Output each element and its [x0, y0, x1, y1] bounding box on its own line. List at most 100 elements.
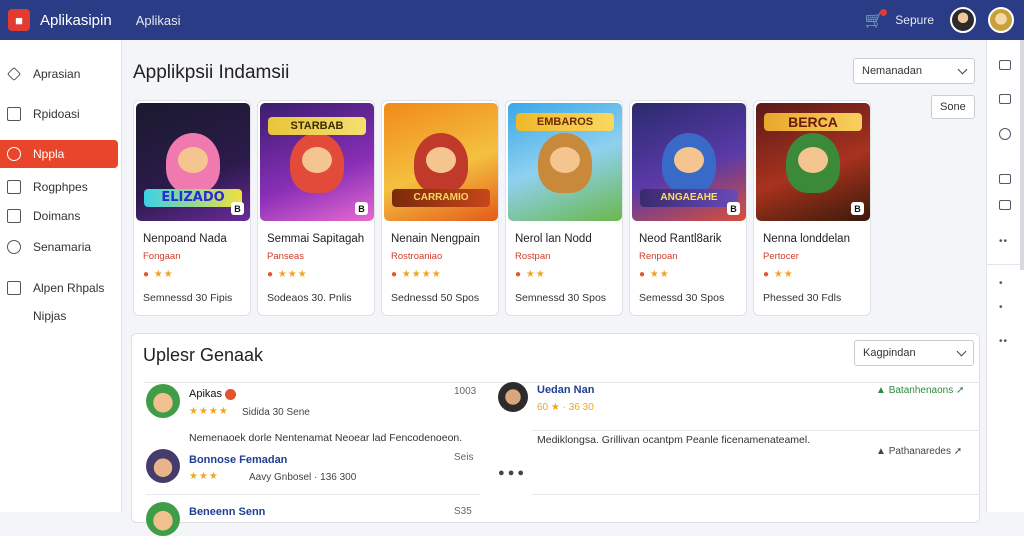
app-tag: B	[727, 202, 740, 215]
dot-icon: •	[999, 302, 1004, 313]
app-name: Nenain Nengpain	[391, 233, 480, 245]
app-subtitle: Pertocer	[763, 251, 799, 262]
app-tag: B	[355, 202, 368, 215]
calendar-icon[interactable]	[999, 94, 1011, 104]
sidebar-item-senamaria[interactable]: Senamaria	[0, 233, 118, 261]
app-name: Nenpoand Nada	[143, 233, 227, 245]
app-card[interactable]: STARBAB B Semmai Sapitagah Panseas ● ★★★…	[257, 100, 375, 316]
rating-stars: ★★★	[189, 471, 219, 482]
sidebar-item-alpen-rhpals[interactable]: Alpen Rhpals	[0, 274, 118, 302]
app-subtitle: Fongaan	[143, 251, 181, 262]
app-tag: B	[851, 202, 864, 215]
sidebar-item-label: Nipjas	[33, 309, 67, 323]
sidebar-item-label: Aprasian	[33, 67, 81, 81]
message-icon[interactable]	[999, 60, 1011, 70]
panel-divider	[144, 382, 980, 383]
sidebar-item-rpidoasi[interactable]: Rpidoasi	[0, 100, 118, 128]
app-banner-text: BERCA	[764, 113, 862, 131]
review-text: Nemenaoek dorle Nentenamat Neoear lad Fe…	[189, 432, 463, 444]
image-icon	[7, 180, 21, 194]
box-icon[interactable]	[999, 200, 1011, 210]
app-subtitle: Rostroaniao	[391, 251, 443, 262]
app-logo-icon[interactable]: ■	[8, 9, 30, 31]
app-meta: Phessed 30 Fdls	[763, 292, 842, 304]
diamond-icon	[6, 66, 22, 82]
rating-stars: ● ★★★	[267, 269, 308, 280]
app-name: Semmai Sapitagah	[267, 233, 365, 245]
list-icon	[7, 209, 21, 223]
rating-stars: ★★★★	[189, 406, 229, 417]
sidebar-item-rogphpes[interactable]: Rogphpes	[0, 173, 118, 201]
more-icon[interactable]: ••	[999, 236, 1008, 247]
avatar[interactable]	[146, 384, 180, 418]
sort-select-value: Sone	[940, 101, 966, 113]
app-meta: Semessd 30 Spos	[639, 292, 725, 304]
rail-divider	[987, 264, 1024, 265]
nav-link-aplikasi[interactable]: Aplikasi	[136, 13, 181, 28]
reviews-select[interactable]: Kagpindan	[854, 340, 974, 366]
app-meta: Sednessd 50 Spos	[391, 292, 480, 304]
app-banner-text: STARBAB	[268, 117, 366, 135]
app-banner-text: ANGAEAHE	[640, 189, 738, 207]
reviewer-name[interactable]: Bonnose Femadan	[189, 454, 287, 466]
app-subtitle: Renpoan	[639, 251, 678, 262]
app-meta: Semnessd 30 Fipis	[143, 292, 233, 304]
cart-icon[interactable]: 🛒	[865, 9, 888, 29]
app-card[interactable]: ELIZADO B Nenpoand Nada Fongaan ● ★★ Sem…	[133, 100, 251, 316]
page-title: Applikpsii Indamsii	[133, 62, 290, 83]
avatar[interactable]	[146, 502, 180, 536]
more-icon[interactable]: ••	[999, 336, 1008, 347]
camera-icon[interactable]	[999, 174, 1011, 184]
sidebar-item-aprasian[interactable]: Aprasian	[0, 60, 118, 88]
review-time: 1003	[454, 386, 477, 397]
app-card[interactable]: EMBAROS Nerol lan Nodd Rostpan ● ★★ Semn…	[505, 100, 623, 316]
app-banner-text: CARRAMIO	[392, 189, 490, 207]
sidebar-item-label: Alpen Rhpals	[33, 281, 105, 295]
app-subtitle: Rostpan	[515, 251, 551, 262]
avatar[interactable]	[146, 449, 180, 483]
app-artwork: STARBAB B	[260, 103, 374, 221]
app-artwork: CARRAMIO	[384, 103, 498, 221]
app-card[interactable]: ANGAEAHE B Neod Rantl8arik Renpoan ● ★★ …	[629, 100, 747, 316]
chevron-down-icon	[957, 64, 968, 75]
reviews-title: Uplesr Genaak	[143, 345, 264, 365]
scrollbar[interactable]	[1020, 40, 1024, 270]
app-card[interactable]: CARRAMIO Nenain Nengpain Rostroaniao ● ★…	[381, 100, 499, 316]
badge-icon	[225, 388, 237, 400]
app-card[interactable]: BERCA B Nenna londdelan Pertocer ● ★★ Ph…	[753, 100, 871, 316]
reaction-icons[interactable]: ● ● ●	[498, 467, 524, 479]
avatar[interactable]	[498, 382, 528, 412]
sort-select[interactable]: Sone	[931, 95, 975, 119]
reviews-select-value: Kagpindan	[863, 347, 916, 359]
app-meta: Semnessd 30 Spos	[515, 292, 607, 304]
app-subtitle: Panseas	[267, 251, 304, 262]
app-name[interactable]: Aplikasipin	[40, 12, 112, 29]
sidebar-item-label: Senamaria	[33, 240, 92, 254]
app-artwork: EMBAROS	[508, 103, 622, 221]
folder-icon	[7, 281, 21, 295]
sidebar-item-nppla[interactable]: Nppla	[0, 140, 118, 168]
rating-stars: ● ★★	[639, 269, 670, 280]
circle-icon	[7, 147, 21, 161]
reviews-panel: Uplesr Genaak Kagpindan Apikas ★★★★ Sidi…	[131, 333, 980, 536]
app-name: Nerol lan Nodd	[515, 233, 592, 245]
review-action-link[interactable]: ▲ Pathanaredes ➚	[876, 446, 962, 457]
filter-select[interactable]: Nemanadan	[853, 58, 975, 84]
reviewer-name[interactable]: Uedan Nan	[537, 384, 594, 396]
reviewer-name[interactable]: Beneenn Senn	[189, 506, 265, 518]
app-artwork: ELIZADO B	[136, 103, 250, 221]
rating-stars: ● ★★	[763, 269, 794, 280]
review-action-link[interactable]: ▲ Batanhenaons ➚	[876, 385, 964, 396]
clock-icon[interactable]	[999, 128, 1011, 140]
app-artwork: BERCA B	[756, 103, 870, 221]
reviewer-name[interactable]: Apikas	[189, 388, 237, 400]
review-text: Mediklongsa. Grillivan ocantpm Peanle fi…	[537, 434, 811, 446]
rating-stars: ● ★★★★	[391, 269, 442, 280]
app-name: Nenna londdelan	[763, 233, 850, 245]
top-link-sepure[interactable]: Sepure	[895, 13, 934, 27]
secondary-avatar[interactable]	[988, 7, 1014, 33]
sidebar-item-nipjas[interactable]: Nipjas	[0, 302, 118, 330]
user-avatar[interactable]	[950, 7, 976, 33]
top-bar: ■ Aplikasipin Aplikasi 🛒 Sepure	[0, 0, 1024, 40]
sidebar-item-doimans[interactable]: Doimans	[0, 202, 118, 230]
